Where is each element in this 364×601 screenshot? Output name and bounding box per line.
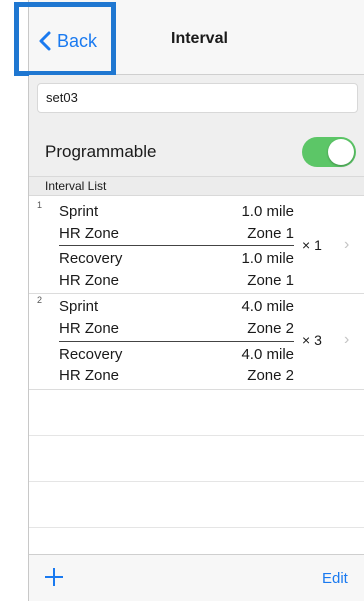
page-title: Interval: [171, 30, 228, 47]
row-label: Sprint: [59, 203, 99, 220]
row-label: Sprint: [59, 298, 99, 315]
row-value: Zone 1: [247, 272, 294, 289]
row-value: 1.0 mile: [241, 203, 294, 220]
plus-icon: [45, 568, 63, 586]
segment-divider: [59, 245, 294, 246]
group-index: 1: [37, 200, 43, 210]
row-value: 1.0 mile: [241, 250, 294, 267]
programmable-label: Programmable: [45, 142, 157, 161]
row-value: 4.0 mile: [241, 346, 294, 363]
empty-row-divider: [29, 481, 364, 482]
programmable-toggle[interactable]: [302, 137, 356, 167]
row-value: Zone 2: [247, 320, 294, 337]
row-label: Recovery: [59, 346, 123, 363]
group-separator: [29, 389, 364, 390]
row-label: HR Zone: [59, 320, 120, 337]
row-value: Zone 2: [247, 367, 294, 384]
row-label: HR Zone: [59, 272, 120, 289]
add-interval-button[interactable]: [43, 566, 65, 588]
edit-button[interactable]: Edit: [322, 570, 348, 587]
row-label: HR Zone: [59, 225, 120, 242]
toggle-knob: [328, 139, 354, 165]
row-value: 4.0 mile: [241, 298, 294, 315]
chevron-right-icon: ›: [344, 331, 350, 348]
group-index: 2: [37, 295, 43, 305]
row-label: Recovery: [59, 250, 123, 267]
row-label: HR Zone: [59, 367, 120, 384]
row-value: Zone 1: [247, 225, 294, 242]
bottom-toolbar: [29, 554, 364, 601]
segment-divider: [59, 341, 294, 342]
chevron-right-icon: ›: [344, 236, 350, 253]
back-button-highlight: [14, 2, 116, 76]
repeat-count: × 1: [302, 237, 322, 253]
interval-name-field[interactable]: set03: [37, 83, 358, 113]
empty-row-divider: [29, 435, 364, 436]
empty-row-divider: [29, 527, 364, 528]
repeat-count: × 3: [302, 332, 322, 348]
interval-list-header-label: Interval List: [45, 179, 107, 193]
